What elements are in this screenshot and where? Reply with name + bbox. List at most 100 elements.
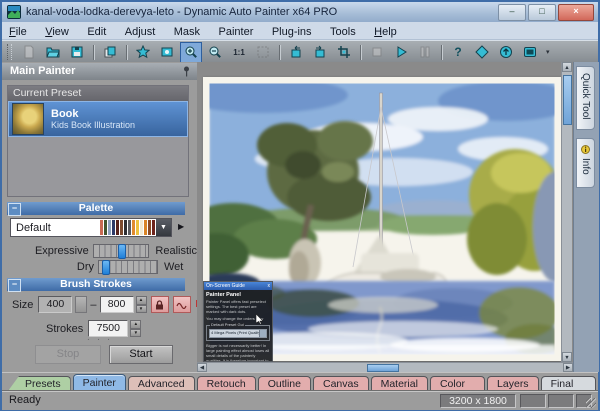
toolbar-separator xyxy=(279,45,280,60)
title-bar[interactable]: kanal-voda-lodka-derevya-leto - Dynamic … xyxy=(2,2,598,22)
scroll-up-icon[interactable]: ▲ xyxy=(562,62,572,72)
scroll-thumb[interactable] xyxy=(367,364,399,372)
stroke-curve-button[interactable] xyxy=(173,296,191,313)
toolbar-grip[interactable] xyxy=(7,44,12,60)
expressive-slider[interactable] xyxy=(93,244,150,258)
zoom-out-icon[interactable] xyxy=(204,42,226,63)
dry-slider-row: Dry Wet xyxy=(2,260,197,274)
popup-paragraph: Painter Panel offers fast preselect sett… xyxy=(206,299,270,314)
palette-dropdown[interactable]: Default ▼ xyxy=(10,218,172,237)
save-icon[interactable] xyxy=(66,42,88,63)
dropdown-arrow-icon[interactable]: ▼ xyxy=(156,219,171,236)
popup-dropdown-arrow[interactable] xyxy=(259,330,266,337)
on-screen-guide-popup[interactable]: On-Screen Guide x Painter Panel Painter … xyxy=(203,281,273,362)
menu-edit[interactable]: Edit xyxy=(80,24,113,38)
play-icon[interactable] xyxy=(390,42,412,63)
tab-info[interactable]: Info xyxy=(576,138,595,188)
scroll-left-icon[interactable]: ◀ xyxy=(197,363,207,372)
tab-painter[interactable]: Painter xyxy=(73,374,126,391)
collapse-button[interactable]: − xyxy=(8,279,21,292)
size-spinner[interactable]: ▲▼ xyxy=(136,296,147,313)
preset-thumbnail xyxy=(12,103,44,135)
rotate-left-icon[interactable] xyxy=(285,42,307,63)
slider-thumb[interactable] xyxy=(102,260,110,275)
menu-help[interactable]: Help xyxy=(367,24,404,38)
tab-retouch[interactable]: Retouch xyxy=(197,376,256,391)
lock-button[interactable] xyxy=(151,296,169,313)
upload-icon[interactable] xyxy=(495,42,517,63)
size-max-input[interactable]: 800 xyxy=(100,296,134,313)
fit-view-icon[interactable] xyxy=(252,42,274,63)
menu-tools[interactable]: Tools xyxy=(323,24,363,38)
menu-view[interactable]: View xyxy=(38,24,76,38)
brush-strokes-section-header[interactable]: − Brush Strokes xyxy=(7,278,185,291)
scroll-down-icon[interactable]: ▼ xyxy=(562,352,572,362)
collapse-button[interactable]: − xyxy=(8,203,21,216)
popup-dropdown[interactable]: 4 Mega Pixels (Print Quality) xyxy=(209,329,267,338)
tab-layers[interactable]: Layers xyxy=(487,376,539,391)
menu-adjust[interactable]: Adjust xyxy=(118,24,163,38)
menu-plugins[interactable]: Plug-ins xyxy=(265,24,319,38)
scroll-right-icon[interactable]: ▶ xyxy=(563,363,573,372)
toolbar-overflow-icon[interactable]: ▾ xyxy=(546,48,550,56)
rotate-right-icon[interactable] xyxy=(309,42,331,63)
menu-mask[interactable]: Mask xyxy=(167,24,207,38)
preset-item-book[interactable]: Book Kids Book Illustration xyxy=(8,101,188,137)
new-icon[interactable] xyxy=(18,42,40,63)
preset-name: Book xyxy=(51,108,135,120)
slider-thumb[interactable] xyxy=(118,244,126,259)
vertical-scrollbar[interactable]: ▲ ▼ xyxy=(561,62,572,362)
preset-description: Kids Book Illustration xyxy=(51,120,135,130)
palette-section-header[interactable]: − Palette xyxy=(7,202,185,215)
start-button[interactable]: Start xyxy=(109,345,173,364)
stop-button[interactable]: Stop xyxy=(35,345,101,364)
tab-presets[interactable]: Presets xyxy=(8,376,71,391)
tab-outline[interactable]: Outline xyxy=(258,376,311,391)
strokes-label: Strokes xyxy=(46,323,83,335)
stop-icon[interactable] xyxy=(366,42,388,63)
panel-header[interactable]: Main Painter xyxy=(2,63,197,80)
copy-icon[interactable] xyxy=(99,42,121,63)
toolbar: 1:1 ? ▾ xyxy=(2,40,598,63)
open-icon[interactable] xyxy=(42,42,64,63)
tab-color-adjust[interactable]: Color Adjust xyxy=(430,376,485,391)
zoom-in-icon[interactable] xyxy=(180,42,202,63)
crop-icon[interactable] xyxy=(333,42,355,63)
popup-close-icon[interactable]: x xyxy=(268,282,271,290)
menu-file[interactable]: File xyxy=(2,24,34,38)
window-title: kanal-voda-lodka-derevya-leto - Dynamic … xyxy=(26,6,337,18)
status-text: Ready xyxy=(9,394,41,406)
palette-swatch xyxy=(104,220,107,235)
pause-icon[interactable] xyxy=(414,42,436,63)
help-icon[interactable]: ? xyxy=(447,42,469,63)
popup-group-label: Default Preset Gui xyxy=(210,323,245,327)
minimize-button[interactable]: – xyxy=(498,4,526,21)
splitter-handle[interactable]: · · · xyxy=(2,334,197,345)
popup-group-box: Default Preset Gui 4 Mega Pixels (Print … xyxy=(206,325,270,341)
realistic-label: Realistic xyxy=(149,245,197,257)
tab-canvas[interactable]: Canvas xyxy=(313,376,369,391)
wet-label: Wet xyxy=(158,261,183,273)
maximize-button[interactable]: □ xyxy=(528,4,556,21)
horizontal-scrollbar[interactable]: ◀ ▶ xyxy=(197,362,573,372)
dry-slider[interactable] xyxy=(98,260,158,274)
scroll-thumb[interactable] xyxy=(563,75,572,125)
wizard-icon[interactable] xyxy=(156,42,178,63)
tab-advanced[interactable]: Advanced xyxy=(128,376,195,391)
mask-icon[interactable] xyxy=(471,42,493,63)
tab-quick-tool[interactable]: Quick Tool xyxy=(576,66,595,130)
palette-more-arrow[interactable]: ▶ xyxy=(178,222,184,231)
resize-grip[interactable] xyxy=(586,398,596,408)
size-min-input[interactable]: 400 xyxy=(38,296,72,313)
canvas-viewport[interactable]: On-Screen Guide x Painter Panel Painter … xyxy=(197,62,573,372)
tab-material[interactable]: Material xyxy=(371,376,428,391)
size-link-button[interactable] xyxy=(75,296,87,313)
display-icon[interactable] xyxy=(519,42,541,63)
pin-icon[interactable] xyxy=(182,66,191,77)
zoom-1to1-icon[interactable]: 1:1 xyxy=(228,42,250,63)
close-button[interactable]: × xyxy=(558,4,594,21)
info-icon xyxy=(581,145,590,154)
favorite-star-icon[interactable] xyxy=(132,42,154,63)
tab-final-output[interactable]: Final Output xyxy=(541,376,596,391)
menu-painter[interactable]: Painter xyxy=(212,24,261,38)
